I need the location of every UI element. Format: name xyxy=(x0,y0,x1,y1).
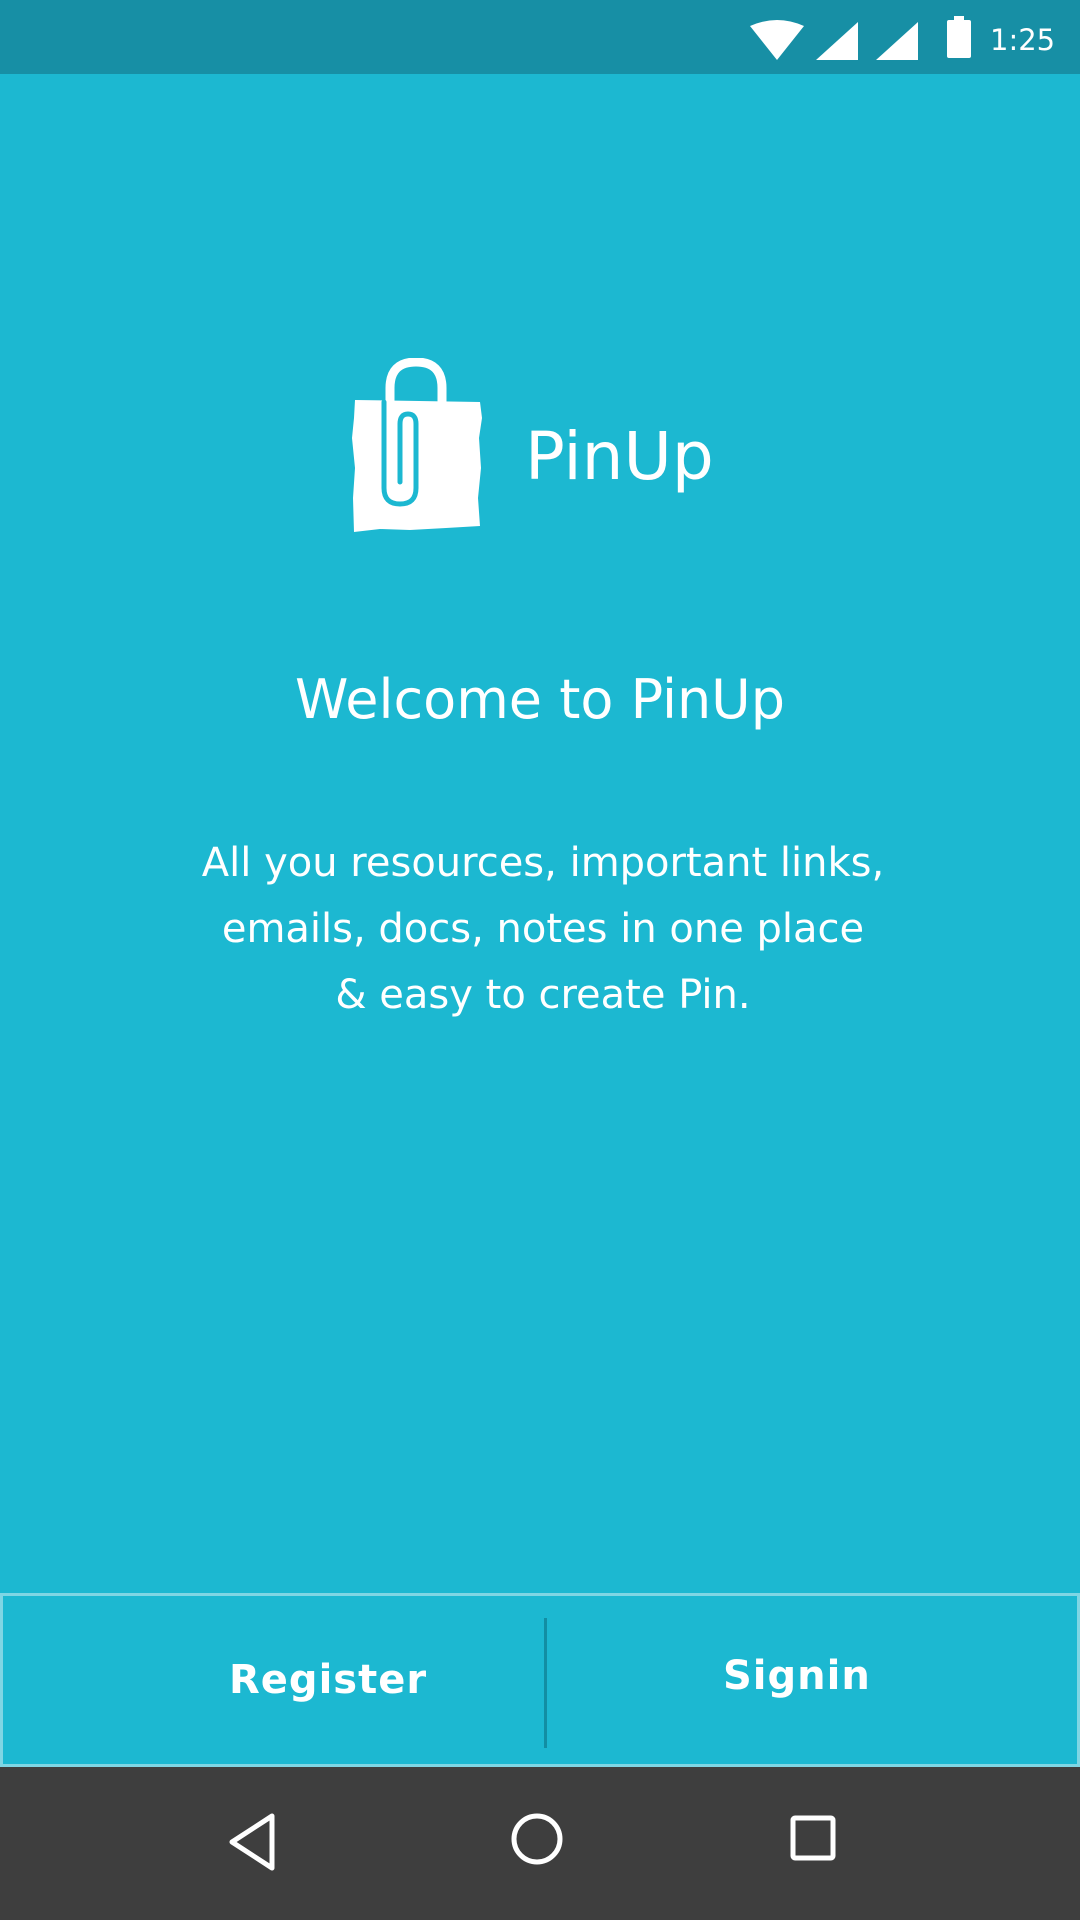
welcome-screen: 1:25 PinUp Welcome to PinUp All you reso… xyxy=(0,0,1080,1920)
wifi-icon xyxy=(750,20,804,60)
back-icon[interactable] xyxy=(226,1812,278,1872)
description-line: All you resources, important links, xyxy=(201,840,885,886)
battery-icon xyxy=(947,16,971,58)
recents-icon[interactable] xyxy=(790,1815,836,1861)
app-name: PinUp xyxy=(525,418,714,495)
register-button-label: Register xyxy=(229,1657,428,1703)
signin-button[interactable]: Signin xyxy=(548,1596,1080,1764)
status-bar: 1:25 xyxy=(0,0,1080,74)
cell-signal-icon xyxy=(816,22,858,60)
status-time: 1:25 xyxy=(990,23,1056,57)
system-nav-bar xyxy=(0,1767,1080,1920)
auth-button-bar: Register Signin xyxy=(0,1593,1080,1767)
register-button[interactable]: Register xyxy=(3,1596,638,1764)
description-line: & easy to create Pin. xyxy=(335,972,751,1018)
button-divider xyxy=(544,1618,547,1748)
description-line: emails, docs, notes in one place xyxy=(221,906,865,952)
page-title: Welcome to PinUp xyxy=(295,668,785,731)
welcome-description: All you resources, important links, emai… xyxy=(90,830,996,1028)
shopping-bag-paperclip-icon xyxy=(352,358,482,532)
signin-button-label: Signin xyxy=(723,1653,871,1699)
home-icon[interactable] xyxy=(510,1812,564,1866)
cell-signal-icon xyxy=(876,22,918,60)
